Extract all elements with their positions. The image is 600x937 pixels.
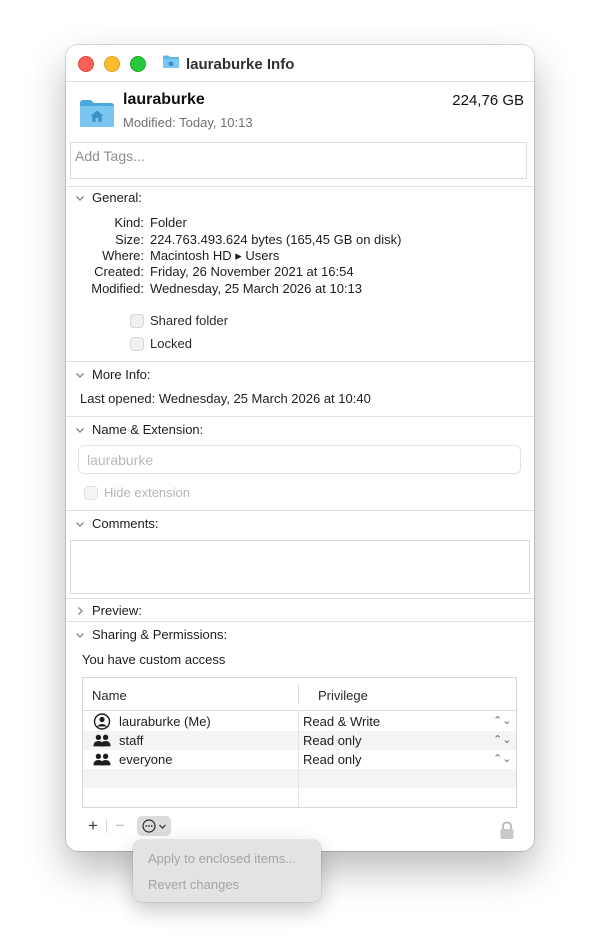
action-menu-button[interactable]	[137, 816, 171, 836]
add-permission-button[interactable]: +	[82, 816, 104, 836]
item-modified: Modified: Today, 10:13	[123, 115, 253, 130]
updown-chevron-icon[interactable]: ⌃⌄	[493, 714, 511, 727]
modified-label: Modified:	[91, 281, 144, 296]
updown-chevron-icon[interactable]: ⌃⌄	[493, 733, 511, 746]
table-row[interactable]: lauraburke (Me) Read & Write ⌃⌄	[83, 712, 516, 731]
group-name: everyone	[119, 752, 173, 767]
privilege-select[interactable]: Read only	[303, 733, 362, 748]
group-name: staff	[119, 733, 144, 748]
chevron-down-icon	[76, 195, 84, 201]
where-value: Macintosh HD ▸ Users	[150, 248, 280, 263]
chevron-down-icon	[76, 427, 84, 433]
kind-label: Kind:	[114, 215, 144, 230]
table-row[interactable]: everyone Read only ⌃⌄	[83, 750, 516, 769]
column-divider	[298, 684, 299, 704]
empty-row	[83, 769, 516, 788]
empty-row	[83, 788, 516, 807]
divider	[66, 621, 534, 622]
comments-field[interactable]	[70, 540, 530, 594]
column-header-name[interactable]: Name	[92, 688, 127, 703]
divider	[66, 361, 534, 362]
section-comments-header[interactable]: Comments:	[74, 516, 158, 531]
modified-value: Wednesday, 25 March 2026 at 10:13	[150, 281, 362, 296]
shared-folder-checkbox[interactable]: Shared folder	[130, 313, 228, 328]
folder-icon	[78, 97, 116, 134]
size-label: Size:	[115, 232, 144, 247]
item-size: 224,76 GB	[452, 92, 524, 109]
small-folder-icon	[162, 54, 180, 74]
info-header: lauraburke 224,76 GB Modified: Today, 10…	[66, 81, 534, 143]
chevron-down-icon	[76, 632, 84, 638]
divider	[66, 598, 534, 599]
checkbox-box[interactable]	[84, 485, 98, 500]
item-name: lauraburke	[123, 91, 205, 108]
section-more-info-header[interactable]: More Info:	[74, 367, 151, 382]
hide-extension-checkbox[interactable]: Hide extension	[84, 485, 190, 500]
created-label: Created:	[94, 264, 144, 279]
chevron-down-icon	[158, 824, 166, 829]
section-preview-header[interactable]: Preview:	[74, 603, 142, 618]
user-name: lauraburke (Me)	[119, 714, 211, 729]
window-title: lauraburke Info	[186, 55, 295, 73]
access-text: You have custom access	[82, 652, 226, 667]
ellipsis-circle-icon	[141, 819, 156, 833]
action-popup-menu: Apply to enclosed items... Revert change…	[133, 840, 321, 902]
lock-icon[interactable]	[499, 821, 515, 845]
chevron-down-icon	[76, 372, 84, 378]
privilege-select[interactable]: Read only	[303, 752, 362, 767]
divider	[66, 510, 534, 511]
checkbox-box[interactable]	[130, 336, 144, 351]
toolbar-separator	[106, 819, 107, 833]
minimize-button[interactable]	[104, 56, 120, 72]
title-group: lauraburke Info	[162, 53, 294, 75]
permissions-table: Name Privilege lauraburke (Me) Read & Wr…	[82, 677, 517, 808]
table-row[interactable]: staff Read only ⌃⌄	[83, 731, 516, 750]
last-opened-label: Last opened:	[80, 391, 156, 406]
size-value: 224.763.493.624 bytes (165,45 GB on disk…	[150, 232, 402, 247]
titlebar: lauraburke Info	[66, 45, 534, 82]
user-circle-icon	[93, 713, 111, 730]
column-header-privilege[interactable]: Privilege	[318, 688, 368, 703]
divider	[66, 186, 534, 187]
privilege-select[interactable]: Read & Write	[303, 714, 380, 729]
last-opened-row: Last opened: Wednesday, 25 March 2026 at…	[80, 391, 371, 406]
checkbox-box[interactable]	[130, 313, 144, 328]
name-field[interactable]: lauraburke	[78, 445, 521, 474]
close-button[interactable]	[78, 56, 94, 72]
permissions-toolbar: + −	[82, 815, 171, 837]
zoom-button[interactable]	[130, 56, 146, 72]
updown-chevron-icon[interactable]: ⌃⌄	[493, 752, 511, 765]
section-sharing-header[interactable]: Sharing & Permissions:	[74, 627, 227, 642]
kind-value: Folder	[150, 215, 187, 230]
section-general-header[interactable]: General:	[74, 190, 142, 205]
table-header-border	[83, 710, 516, 711]
group-icon	[93, 734, 111, 747]
created-value: Friday, 26 November 2021 at 16:54	[150, 264, 354, 279]
locked-checkbox[interactable]: Locked	[130, 336, 192, 351]
chevron-down-icon	[76, 521, 84, 527]
group-icon	[93, 753, 111, 766]
tags-field[interactable]: Add Tags...	[70, 142, 527, 179]
menu-item-revert-changes[interactable]: Revert changes	[148, 877, 239, 892]
section-name-extension-header[interactable]: Name & Extension:	[74, 422, 203, 437]
column-divider	[298, 711, 299, 807]
divider	[66, 416, 534, 417]
last-opened-value: Wednesday, 25 March 2026 at 10:40	[158, 391, 371, 406]
chevron-right-icon	[78, 606, 83, 615]
info-window: lauraburke Info lauraburke 224,76 GB Mod…	[66, 45, 534, 851]
where-label: Where:	[102, 248, 144, 263]
menu-item-apply-enclosed[interactable]: Apply to enclosed items...	[148, 851, 296, 866]
remove-permission-button[interactable]: −	[109, 816, 131, 836]
